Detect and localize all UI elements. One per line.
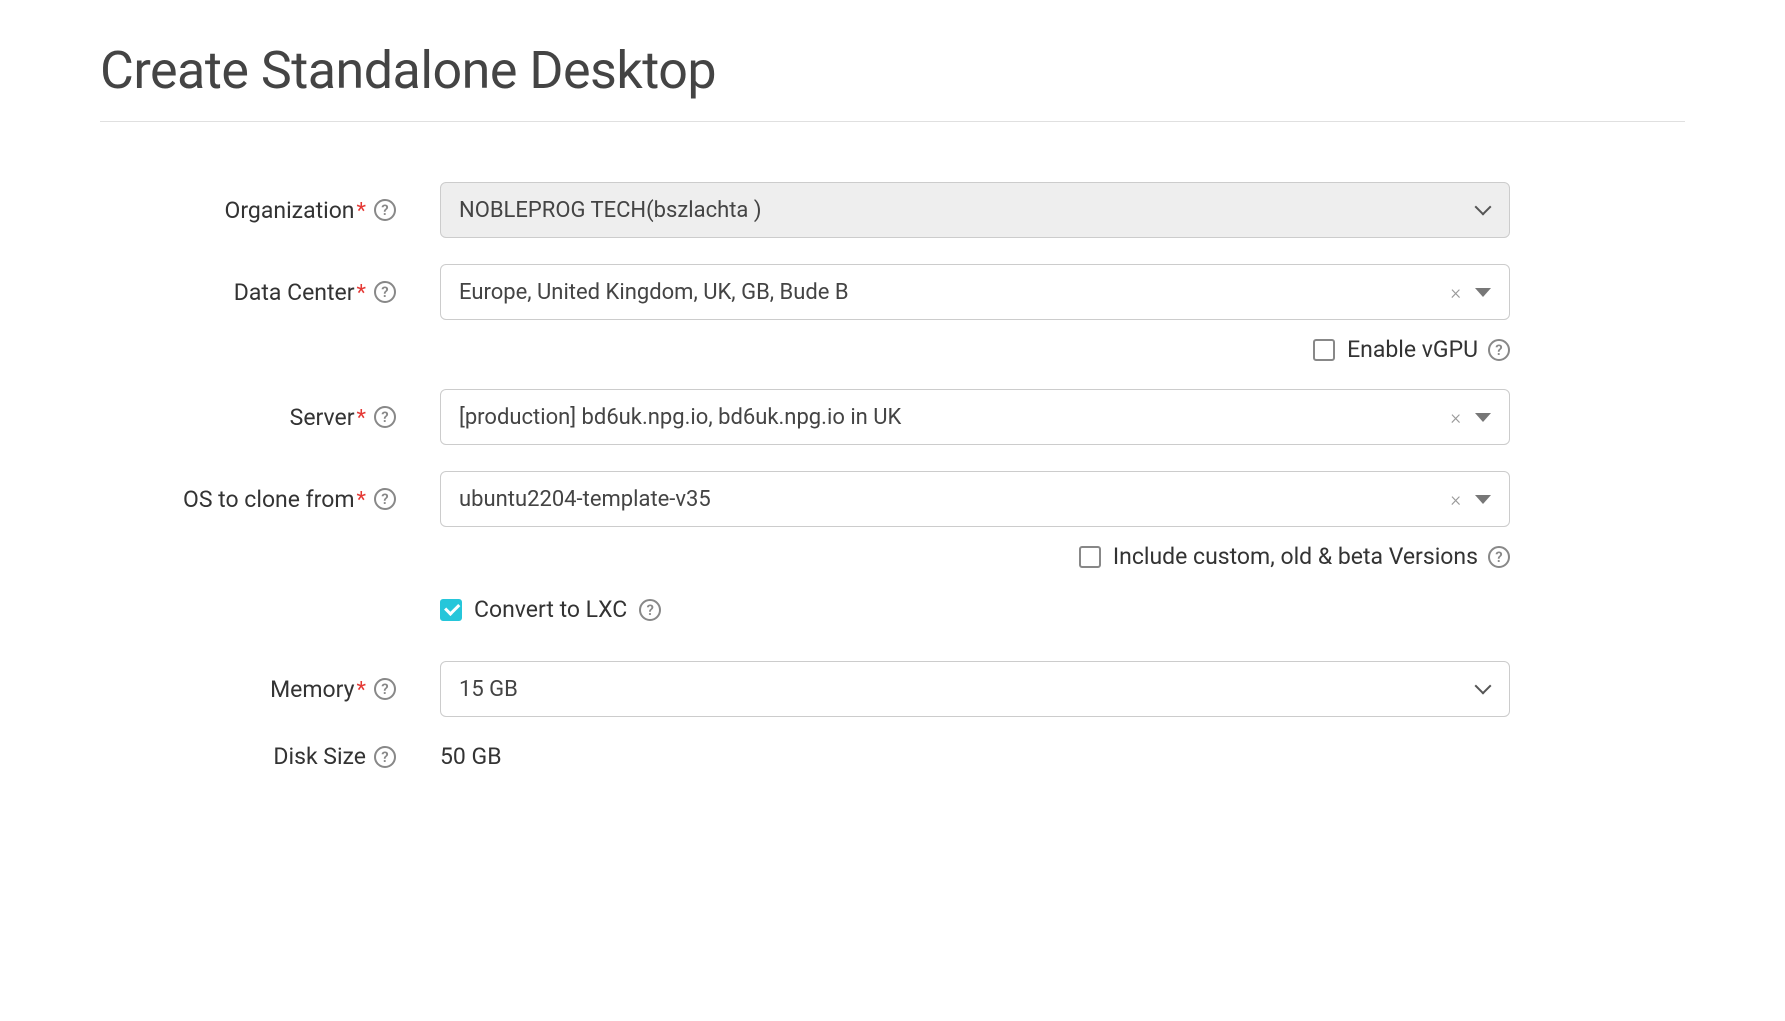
- organization-row: Organization* NOBLEPROG TECH(bszlachta ): [100, 182, 1510, 238]
- page-title: Create Standalone Desktop: [100, 40, 1685, 101]
- os-clone-field: ubuntu2204-template-v35 ×: [440, 471, 1510, 527]
- include-beta-row: Include custom, old & beta Versions: [100, 543, 1510, 570]
- required-star: *: [357, 488, 366, 513]
- data-center-value: Europe, United Kingdom, UK, GB, Bude B: [459, 280, 1451, 305]
- help-icon[interactable]: [1488, 339, 1510, 361]
- os-clone-label: OS to clone from*: [183, 486, 366, 513]
- enable-vgpu-checkbox-wrap: Enable vGPU: [1313, 336, 1478, 363]
- memory-label: Memory*: [270, 676, 366, 703]
- data-center-select[interactable]: Europe, United Kingdom, UK, GB, Bude B ×: [440, 264, 1510, 320]
- convert-lxc-row: Convert to LXC: [100, 596, 1510, 623]
- chevron-down-icon[interactable]: [1477, 682, 1491, 696]
- convert-lxc-checkbox[interactable]: [440, 599, 462, 621]
- os-clone-value: ubuntu2204-template-v35: [459, 487, 1451, 512]
- disk-size-label: Disk Size: [273, 743, 366, 770]
- chevron-down-icon[interactable]: [1475, 288, 1491, 297]
- convert-lxc-label: Convert to LXC: [474, 596, 627, 623]
- create-desktop-form: Organization* NOBLEPROG TECH(bszlachta )…: [100, 182, 1510, 770]
- required-star: *: [357, 199, 366, 224]
- select-actions: ×: [1451, 282, 1491, 302]
- disk-size-value: 50 GB: [440, 741, 502, 772]
- memory-label-col: Memory*: [100, 676, 440, 703]
- clear-icon[interactable]: ×: [1451, 282, 1461, 302]
- data-center-row: Data Center* Europe, United Kingdom, UK,…: [100, 264, 1510, 320]
- help-icon[interactable]: [374, 406, 396, 428]
- server-row: Server* [production] bd6uk.npg.io, bd6uk…: [100, 389, 1510, 445]
- organization-label-col: Organization*: [100, 197, 440, 224]
- select-actions: [1477, 203, 1491, 217]
- help-icon[interactable]: [374, 281, 396, 303]
- organization-select[interactable]: NOBLEPROG TECH(bszlachta ): [440, 182, 1510, 238]
- disk-size-row: Disk Size 50 GB: [100, 743, 1510, 770]
- help-icon[interactable]: [374, 488, 396, 510]
- os-clone-label-col: OS to clone from*: [100, 486, 440, 513]
- organization-value: NOBLEPROG TECH(bszlachta ): [459, 198, 1477, 223]
- help-icon[interactable]: [374, 678, 396, 700]
- required-star: *: [357, 406, 366, 431]
- select-actions: [1477, 682, 1491, 696]
- clear-icon[interactable]: ×: [1451, 489, 1461, 509]
- enable-vgpu-checkbox[interactable]: [1313, 339, 1335, 361]
- required-star: *: [357, 281, 366, 306]
- data-center-label: Data Center*: [234, 279, 366, 306]
- organization-label: Organization*: [225, 197, 366, 224]
- divider: [100, 121, 1685, 122]
- chevron-down-icon[interactable]: [1475, 495, 1491, 504]
- help-icon[interactable]: [374, 199, 396, 221]
- include-beta-label: Include custom, old & beta Versions: [1113, 543, 1478, 570]
- select-actions: ×: [1451, 407, 1491, 427]
- help-icon[interactable]: [1488, 546, 1510, 568]
- server-field: [production] bd6uk.npg.io, bd6uk.npg.io …: [440, 389, 1510, 445]
- os-clone-row: OS to clone from* ubuntu2204-template-v3…: [100, 471, 1510, 527]
- os-clone-select[interactable]: ubuntu2204-template-v35 ×: [440, 471, 1510, 527]
- memory-row: Memory* 15 GB: [100, 661, 1510, 717]
- server-label: Server*: [290, 404, 366, 431]
- server-value: [production] bd6uk.npg.io, bd6uk.npg.io …: [459, 405, 1451, 430]
- include-beta-checkbox-wrap: Include custom, old & beta Versions: [1079, 543, 1478, 570]
- server-select[interactable]: [production] bd6uk.npg.io, bd6uk.npg.io …: [440, 389, 1510, 445]
- required-star: *: [357, 678, 366, 703]
- help-icon[interactable]: [374, 746, 396, 768]
- memory-value: 15 GB: [459, 677, 1477, 702]
- organization-field: NOBLEPROG TECH(bszlachta ): [440, 182, 1510, 238]
- memory-field: 15 GB: [440, 661, 1510, 717]
- data-center-label-col: Data Center*: [100, 279, 440, 306]
- chevron-down-icon[interactable]: [1477, 203, 1491, 217]
- chevron-down-icon[interactable]: [1475, 413, 1491, 422]
- server-label-col: Server*: [100, 404, 440, 431]
- disk-size-field: 50 GB: [440, 743, 1510, 770]
- disk-size-label-col: Disk Size: [100, 743, 440, 770]
- enable-vgpu-row: Enable vGPU: [100, 336, 1510, 363]
- memory-select[interactable]: 15 GB: [440, 661, 1510, 717]
- clear-icon[interactable]: ×: [1451, 407, 1461, 427]
- select-actions: ×: [1451, 489, 1491, 509]
- enable-vgpu-label: Enable vGPU: [1347, 336, 1478, 363]
- data-center-field: Europe, United Kingdom, UK, GB, Bude B ×: [440, 264, 1510, 320]
- help-icon[interactable]: [639, 599, 661, 621]
- include-beta-checkbox[interactable]: [1079, 546, 1101, 568]
